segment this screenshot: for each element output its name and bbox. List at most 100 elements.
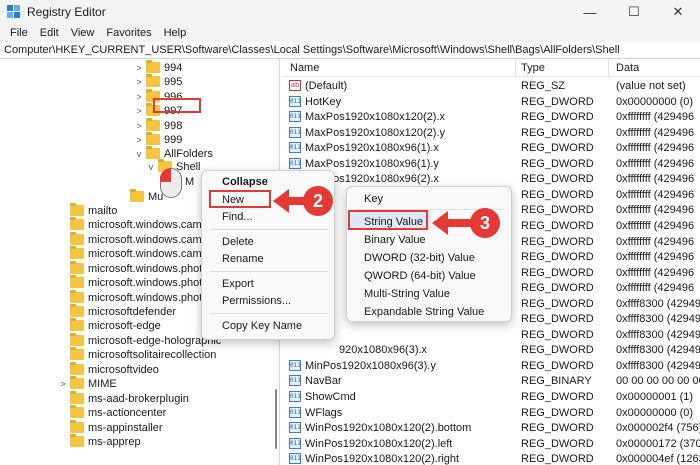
close-button[interactable]: ✕ (656, 0, 700, 24)
menu-favorites[interactable]: Favorites (100, 27, 157, 39)
tree-item-camera-1[interactable]: microsoft.windows.came (70, 217, 208, 232)
menu-item-delete[interactable]: Delete (222, 233, 254, 251)
chevron-right-icon[interactable]: > (134, 106, 144, 116)
value-row[interactable]: 011 WFlags REG_DWORD 0x00000000 (0) (283, 406, 700, 422)
menu-item-expandable-string-value[interactable]: Expandable String Value (364, 303, 484, 321)
tree-item-microsoft-edge-holographic[interactable]: microsoft-edge-holographic (70, 333, 221, 348)
value-data: 0xffffffff (429496 (616, 219, 695, 232)
binary-value-icon: 011 (289, 126, 301, 138)
tree-item-999[interactable]: > 999 (134, 132, 182, 147)
value-type: REG_DWORD (521, 251, 594, 264)
value-type: REG_DWORD (521, 344, 594, 357)
column-header-data[interactable]: Data (616, 62, 639, 74)
value-row[interactable]: 011 ShowCmd REG_DWORD 0x00000001 (1) (283, 390, 700, 406)
binary-value-icon: 011 (289, 359, 301, 371)
binary-value-icon: 011 (289, 422, 301, 434)
value-type: REG_DWORD (521, 391, 594, 403)
value-row[interactable]: ab (Default) REG_SZ (value not set) (283, 79, 700, 95)
value-data: 0x00000172 (370 (616, 437, 700, 450)
menu-item-dword-value[interactable]: DWORD (32-bit) Value (364, 249, 475, 267)
tree-item-camera-2[interactable]: microsoft.windows.came (70, 232, 208, 247)
tree-item-mailto[interactable]: mailto (70, 203, 117, 218)
tree-item-label: microsoft.windows.photo (88, 262, 209, 275)
tree-item-photo-3[interactable]: microsoft.windows.photo (70, 290, 208, 305)
value-row[interactable]: 011 WinPos1920x1080x120(2).left REG_DWORD 0… (283, 437, 700, 453)
menu-item-multi-string-value[interactable]: Multi-String Value (364, 285, 450, 303)
column-divider[interactable] (608, 59, 609, 77)
tree-item-camera-3[interactable]: microsoft.windows.came (70, 246, 208, 261)
value-name: MaxPos1920x1080x120(2).x (305, 111, 446, 124)
chevron-right-icon[interactable]: > (134, 92, 144, 102)
tree-item-mime[interactable]: > MIME (58, 376, 117, 391)
menu-edit[interactable]: Edit (34, 27, 65, 39)
tree-item-microsoftvideo[interactable]: microsoftvideo (70, 362, 159, 377)
chevron-right-icon[interactable]: > (58, 379, 68, 389)
tree-item-solitaire[interactable]: microsoftsolitairecollection (70, 347, 216, 362)
value-type: REG_DWORD (521, 266, 594, 279)
tree-item-ms-actioncenter[interactable]: ms-actioncenter (70, 405, 166, 420)
value-row[interactable]: 011 MaxPos1920x1080x120(2).x REG_DWORD 0xff… (283, 110, 700, 126)
tree-item-ms-aad-brokerplugin[interactable]: ms-aad-brokerplugin (70, 391, 189, 406)
menu-item-find[interactable]: Find... (222, 208, 253, 226)
menu-item-qword-value[interactable]: QWORD (64-bit) Value (364, 267, 476, 285)
value-row[interactable]: REG_DWORD 0xffff8300 (42949 (283, 328, 700, 344)
value-row[interactable]: 920x1080x96(3).x REG_DWORD 0xffff8300 (429… (283, 343, 700, 359)
value-data: 0x00000000 (0) (616, 406, 694, 419)
menu-view[interactable]: View (65, 27, 101, 39)
value-row[interactable]: 011 HotKey REG_DWORD 0x00000000 (0) (283, 95, 700, 111)
value-row[interactable]: 011 WinPos1920x1080x120(2).right REG_DWORD… (283, 452, 700, 465)
folder-icon (146, 146, 160, 159)
menu-item-export[interactable]: Export (222, 275, 254, 293)
column-header-type[interactable]: Type (521, 62, 545, 74)
value-row[interactable]: 011 MinPos1920x1080x96(3).y REG_DWORD 0xfff… (283, 359, 700, 375)
tree-item-microsoft-edge[interactable]: microsoft-edge (70, 318, 161, 333)
binary-value-icon: 011 (289, 375, 301, 387)
folder-icon (70, 304, 84, 317)
tree-item-microsoftdefender[interactable]: microsoftdefender (70, 304, 176, 319)
tree-item-photo-1[interactable]: microsoft.windows.photo (70, 261, 208, 276)
value-row[interactable]: 011 WinPos1920x1080x120(2).bottom REG_DWOR… (283, 421, 700, 437)
menu-item-rename[interactable]: Rename (222, 250, 264, 268)
value-row[interactable]: 011 MaxPos1920x1080x120(2).y REG_DWORD 0xff… (283, 126, 700, 142)
address-bar[interactable]: Computer\HKEY_CURRENT_USER\Software\Clas… (0, 42, 700, 59)
maximize-button[interactable]: ☐ (612, 0, 656, 24)
menu-item-permissions[interactable]: Permissions... (222, 292, 291, 310)
value-name: (Default) (305, 80, 348, 92)
tree-item-ms-appinstaller[interactable]: ms-appinstaller (70, 420, 163, 435)
value-row[interactable]: 011 NavBar REG_BINARY 00 00 00 00 00 00 (283, 374, 700, 390)
column-header-name[interactable]: Name (290, 62, 319, 74)
value-data: 0xffffffff (429496 (616, 266, 695, 279)
tree-item-998[interactable]: > 998 (134, 118, 182, 133)
column-divider[interactable] (515, 59, 516, 77)
tree-item-label: microsoft.windows.came (88, 218, 208, 231)
menu-item-copy-key-name[interactable]: Copy Key Name (222, 317, 302, 335)
string-value-icon: ab (289, 80, 301, 91)
tree-item-photo-2[interactable]: microsoft.windows.photo (70, 275, 208, 290)
value-row[interactable]: 011 MaxPos1920x1080x96(1).y REG_DWORD 0xfff… (283, 157, 700, 173)
menu-help[interactable]: Help (158, 27, 193, 39)
chevron-right-icon[interactable]: > (134, 77, 144, 87)
chevron-down-icon[interactable]: v (146, 162, 156, 172)
value-row[interactable]: 011 MaxPos1920x1080x96(1).x REG_DWORD 0xfff… (283, 141, 700, 157)
tree-item-994[interactable]: > 994 (134, 60, 182, 75)
tree-item-shell-child[interactable]: M (185, 174, 194, 189)
value-data: 0xffffffff (429496 (616, 235, 695, 248)
menu-file[interactable]: File (4, 27, 34, 39)
tree-item-mu[interactable]: Mu (130, 189, 163, 204)
tree-item-ms-apprep[interactable]: ms-apprep (70, 434, 141, 449)
menu-item-key[interactable]: Key (364, 190, 383, 208)
folder-icon (70, 333, 84, 346)
folder-icon (70, 275, 84, 288)
menu-item-collapse[interactable]: Collapse (222, 173, 268, 191)
menu-item-binary-value[interactable]: Binary Value (364, 231, 426, 249)
value-data: 0x000004ef (1263 (616, 453, 700, 465)
chevron-down-icon[interactable]: v (134, 149, 144, 159)
folder-icon (146, 60, 160, 73)
minimize-button[interactable]: — (568, 0, 612, 24)
chevron-right-icon[interactable]: > (134, 121, 144, 131)
chevron-right-icon[interactable]: > (134, 63, 144, 73)
title-bar: Registry Editor — ☐ ✕ (0, 0, 700, 24)
chevron-right-icon[interactable]: > (134, 135, 144, 145)
tree-item-995[interactable]: > 995 (134, 74, 182, 89)
tree-scrollbar-thumb[interactable] (275, 389, 277, 449)
